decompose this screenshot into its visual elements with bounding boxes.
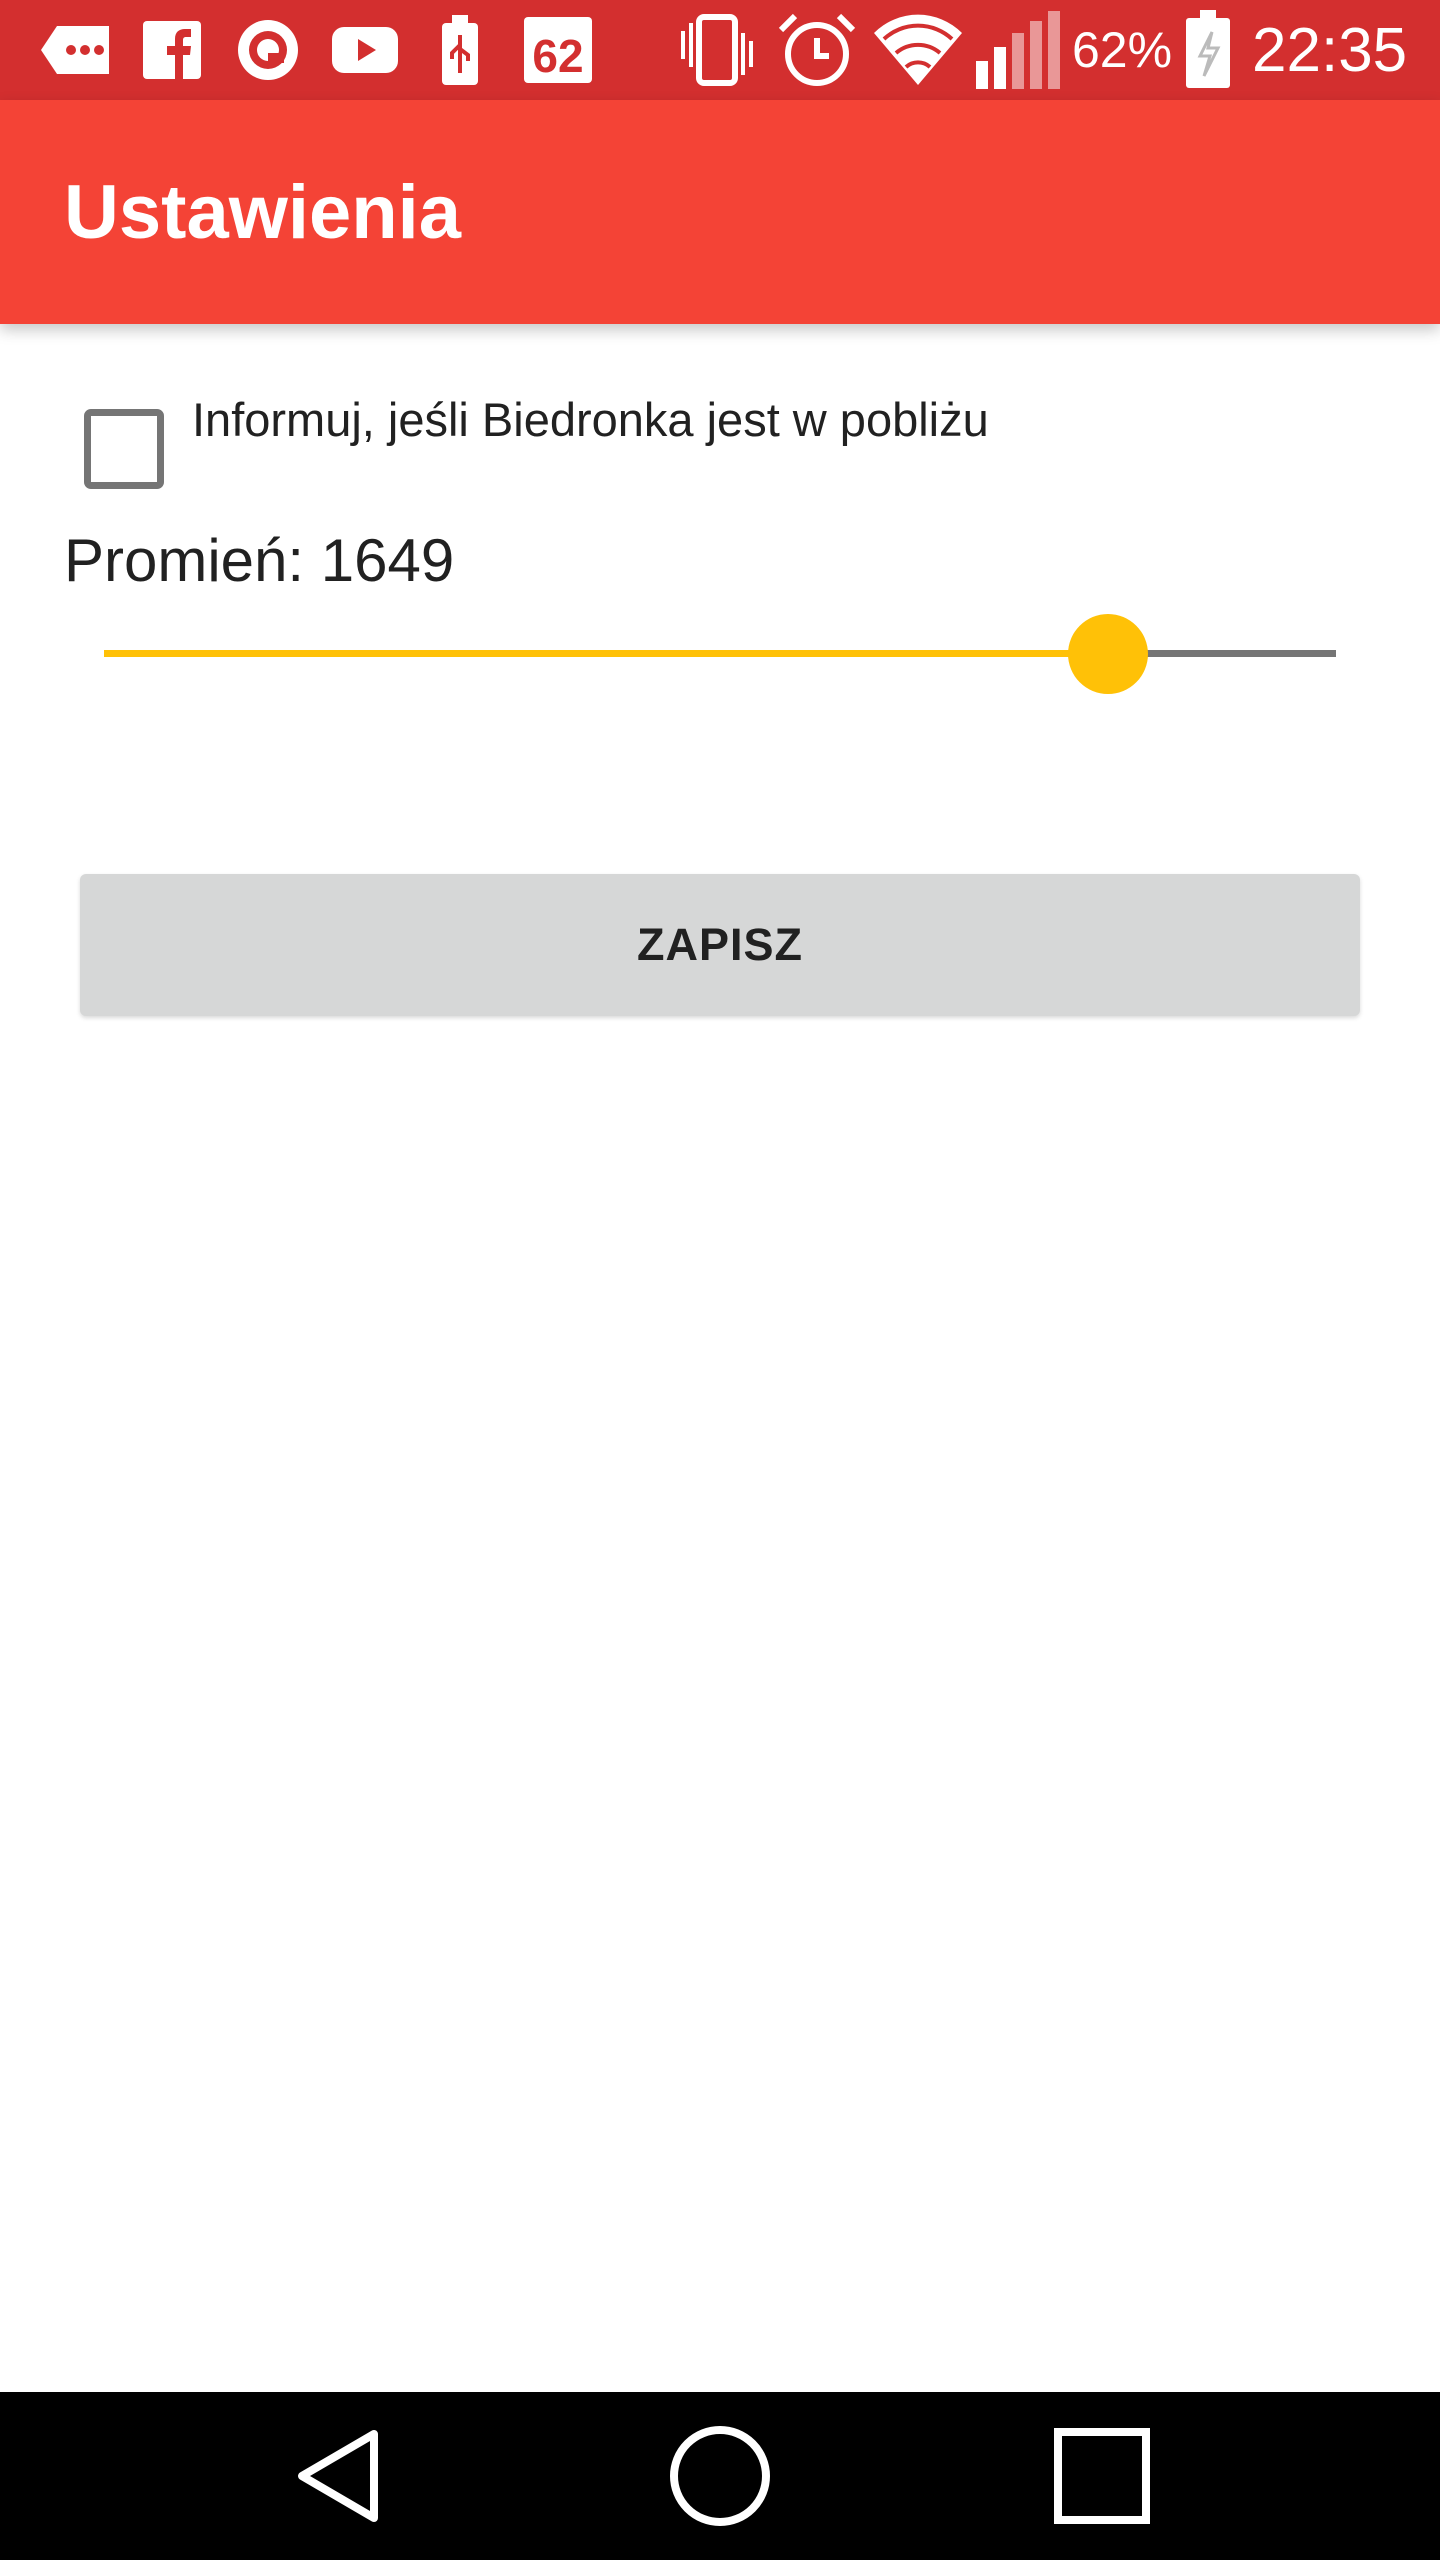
facebook-icon: [140, 14, 204, 86]
notify-checkbox-label[interactable]: Informuj, jeśli Biedronka jest w pobliżu: [192, 392, 989, 447]
radius-slider[interactable]: [104, 650, 1336, 657]
radius-label: Promień: 1649: [64, 526, 454, 595]
save-button[interactable]: ZAPISZ: [80, 874, 1360, 1016]
app-bar: Ustawienia: [0, 100, 1440, 324]
back-icon[interactable]: [278, 2414, 402, 2538]
radius-slider-fill: [104, 650, 1109, 657]
battery-icon: [1180, 10, 1236, 88]
opera-icon: [232, 14, 304, 86]
youtube-icon: [330, 14, 400, 86]
navigation-bar: [0, 2392, 1440, 2560]
alarm-icon: [774, 13, 860, 86]
vibrate-icon: [676, 14, 758, 86]
messages-icon: [36, 14, 116, 86]
radius-value: 1649: [320, 527, 455, 594]
clock: 22:35: [1252, 15, 1408, 85]
usb-icon: [432, 14, 488, 86]
radius-slider-thumb[interactable]: [1068, 614, 1149, 694]
wifi-icon: [872, 14, 964, 86]
notify-checkbox[interactable]: [84, 409, 164, 489]
radius-label-text: Promień:: [64, 527, 305, 594]
status-bar: 62 62% 22:35: [0, 0, 1440, 100]
calendar-day: 62: [532, 30, 584, 82]
home-icon[interactable]: [658, 2414, 782, 2538]
page-title: Ustawienia: [64, 169, 462, 255]
recents-icon[interactable]: [1040, 2414, 1164, 2538]
signal-icon: [976, 11, 1060, 89]
calendar-icon: 62: [520, 14, 596, 86]
battery-percent: 62%: [1072, 22, 1173, 78]
